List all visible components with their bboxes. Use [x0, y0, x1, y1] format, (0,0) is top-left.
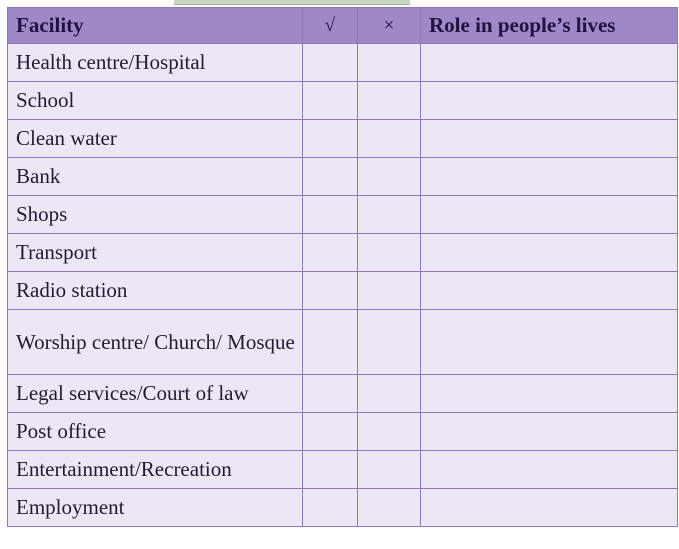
role-cell[interactable] [420, 412, 678, 451]
tick-cell[interactable] [302, 271, 358, 310]
table-row: Entertainment/Recreation [7, 450, 678, 489]
tick-cell[interactable] [302, 233, 358, 272]
facility-cell: Transport [7, 233, 303, 272]
cross-cell[interactable] [357, 488, 421, 527]
facility-cell: Legal services/Court of law [7, 374, 303, 413]
cross-cell[interactable] [357, 450, 421, 489]
facility-cell: Employment [7, 488, 303, 527]
cross-cell[interactable] [357, 412, 421, 451]
table-row: Worship centre/ Church/ Mosque [7, 309, 678, 375]
tick-cell[interactable] [302, 488, 358, 527]
table-row: Clean water [7, 119, 678, 158]
tick-cell[interactable] [302, 81, 358, 120]
cross-cell[interactable] [357, 309, 421, 375]
role-cell[interactable] [420, 119, 678, 158]
facility-cell: Health centre/Hospital [7, 43, 303, 82]
table-header: Facility √ × Role in people’s lives [7, 7, 678, 44]
header-role: Role in people’s lives [420, 7, 678, 44]
cross-cell[interactable] [357, 157, 421, 196]
role-cell[interactable] [420, 43, 678, 82]
facility-table: Facility √ × Role in people’s lives Heal… [7, 7, 678, 527]
facility-cell: Post office [7, 412, 303, 451]
table-row: School [7, 81, 678, 120]
tick-cell[interactable] [302, 374, 358, 413]
table-row: Post office [7, 412, 678, 451]
tick-cell[interactable] [302, 450, 358, 489]
facility-cell: Bank [7, 157, 303, 196]
role-cell[interactable] [420, 195, 678, 234]
tick-cell[interactable] [302, 43, 358, 82]
cross-cell[interactable] [357, 374, 421, 413]
role-cell[interactable] [420, 271, 678, 310]
role-cell[interactable] [420, 374, 678, 413]
facility-cell: Worship centre/ Church/ Mosque [7, 309, 303, 375]
role-cell[interactable] [420, 81, 678, 120]
previous-section-strip [174, 0, 410, 5]
role-cell[interactable] [420, 488, 678, 527]
cross-cell[interactable] [357, 233, 421, 272]
header-tick: √ [302, 7, 358, 44]
facility-cell: School [7, 81, 303, 120]
cross-cell[interactable] [357, 195, 421, 234]
table-row: Shops [7, 195, 678, 234]
facility-cell: Shops [7, 195, 303, 234]
cross-cell[interactable] [357, 119, 421, 158]
table-row: Bank [7, 157, 678, 196]
role-cell[interactable] [420, 450, 678, 489]
role-cell[interactable] [420, 233, 678, 272]
role-cell[interactable] [420, 309, 678, 375]
tick-cell[interactable] [302, 412, 358, 451]
facility-cell: Radio station [7, 271, 303, 310]
table-body: Health centre/Hospital School Clean wate… [7, 43, 678, 527]
facility-cell: Entertainment/Recreation [7, 450, 303, 489]
table-row: Legal services/Court of law [7, 374, 678, 413]
table-row: Health centre/Hospital [7, 43, 678, 82]
cross-cell[interactable] [357, 43, 421, 82]
tick-cell[interactable] [302, 119, 358, 158]
table-row: Employment [7, 488, 678, 527]
cross-cell[interactable] [357, 81, 421, 120]
tick-cell[interactable] [302, 195, 358, 234]
header-cross: × [357, 7, 421, 44]
tick-cell[interactable] [302, 157, 358, 196]
role-cell[interactable] [420, 157, 678, 196]
facility-cell: Clean water [7, 119, 303, 158]
header-facility: Facility [7, 7, 303, 44]
header-row: Facility √ × Role in people’s lives [7, 7, 678, 44]
table-row: Transport [7, 233, 678, 272]
table-row: Radio station [7, 271, 678, 310]
tick-cell[interactable] [302, 309, 358, 375]
cross-cell[interactable] [357, 271, 421, 310]
